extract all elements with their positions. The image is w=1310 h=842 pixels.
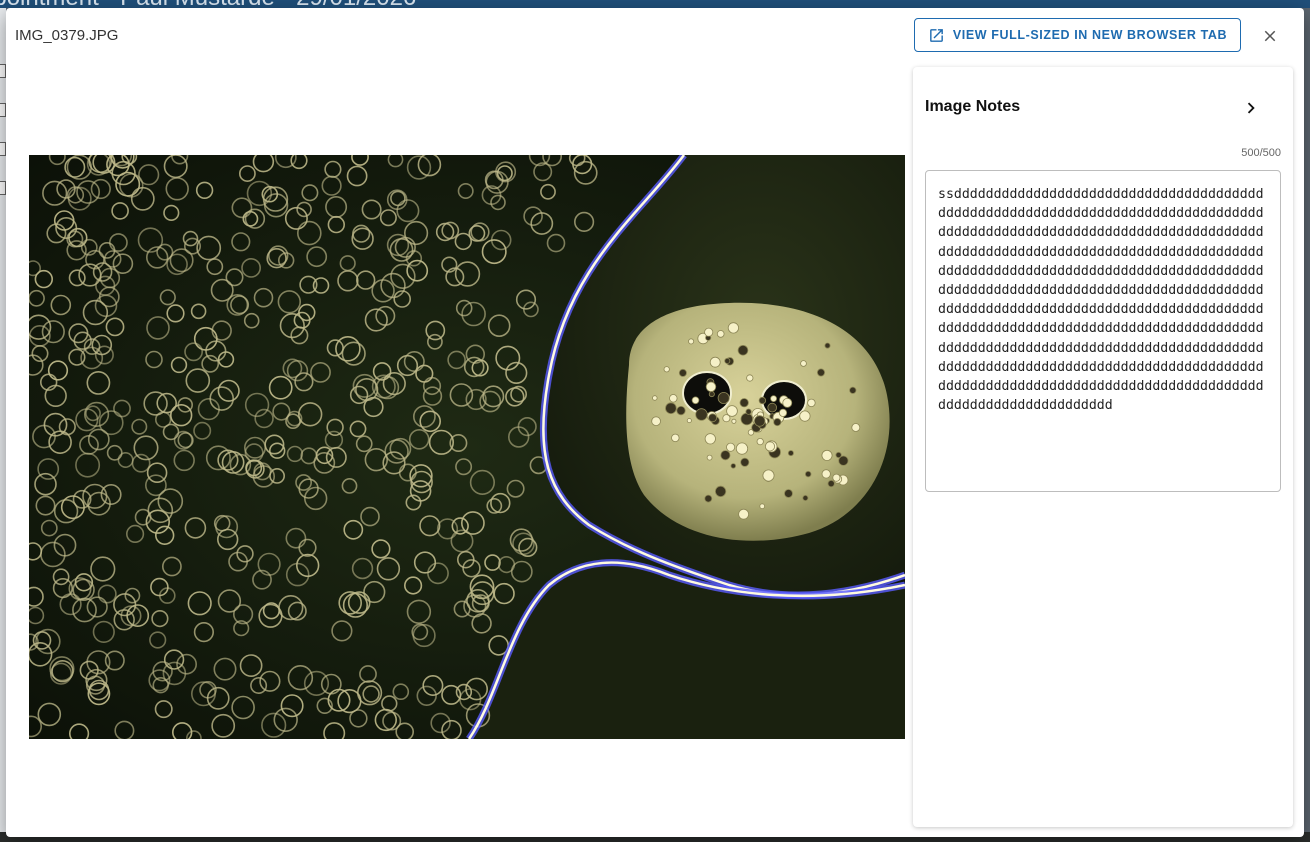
vesicle-dot [695, 408, 708, 421]
vesicle-dot [773, 418, 782, 427]
vesicle-dot [767, 402, 777, 413]
vesicle-dot [726, 405, 738, 417]
vesicle-dot [765, 441, 776, 452]
vesicle-dot [770, 395, 777, 403]
vesicle-dot [738, 508, 749, 520]
vesicle-dot [669, 394, 678, 403]
vesicle-dot [676, 406, 686, 416]
vesicle-dot [663, 366, 670, 373]
vesicle-dot [691, 396, 700, 405]
vesicle-dot [739, 398, 749, 408]
vesicle-dot [652, 395, 658, 401]
vesicle-dot [821, 469, 831, 479]
vesicle-dot [709, 356, 721, 368]
vesicle-dot [716, 330, 725, 338]
image-viewer-dialog: IMG_0379.JPG VIEW FULL-SIZED IN NEW BROW… [6, 8, 1304, 837]
vesicle-dot [778, 408, 788, 417]
vesicle-dot [802, 494, 809, 501]
background-page-title: ppointment - Paul Mustarde - 29/01/2026 [0, 0, 416, 8]
vesicle-dot [821, 449, 833, 461]
vesicle-dot [686, 418, 692, 424]
vesicle-dot [784, 489, 793, 498]
vesicle-dot [759, 503, 765, 510]
view-full-size-button[interactable]: VIEW FULL-SIZED IN NEW BROWSER TAB [914, 18, 1241, 52]
vesicle-dot [651, 416, 661, 427]
vesicle-dot [800, 360, 807, 367]
vesicle-dot [735, 442, 749, 455]
vesicle-dot [754, 415, 766, 427]
vesicle-dot [720, 450, 731, 461]
vesicle-dot [824, 342, 831, 349]
vesicle-dot [706, 454, 713, 461]
vesicle-dot [724, 357, 731, 364]
vesicle-dot [756, 437, 764, 446]
vesicle-dot [688, 338, 695, 345]
open-in-new-icon [928, 27, 945, 44]
vesicle-dot [665, 402, 677, 415]
close-icon [1261, 27, 1279, 45]
vesicle-dot [717, 391, 730, 404]
vesicle-dot [787, 450, 794, 457]
vesicle-dot [678, 368, 687, 377]
vesicle-dot [730, 463, 736, 469]
vesicle-dot [671, 433, 680, 443]
vesicle-dot [849, 386, 857, 394]
vesicle-dot [704, 494, 713, 503]
vesicle-dot [832, 473, 841, 482]
vesicle-dot [746, 374, 754, 382]
collapse-notes-button[interactable] [1239, 95, 1263, 121]
vesicle-dot [851, 423, 861, 432]
vesicle-dot [740, 457, 750, 467]
vesicle-dot [708, 391, 715, 398]
vesicle-dot [745, 408, 752, 415]
vesicle-dot [737, 345, 749, 356]
vesicle-dot [807, 398, 816, 408]
vesicle-dot [805, 470, 812, 478]
vesicle-dot [799, 410, 811, 422]
vesicle-dot [731, 418, 737, 424]
notes-textarea[interactable]: ssdddddddddddddddddddddddddddddddddddddd… [925, 170, 1281, 492]
vesicle-dot [827, 479, 835, 488]
microscope-image [29, 155, 905, 739]
image-notes-title: Image Notes [925, 98, 1021, 115]
vesicle-dot [705, 381, 717, 393]
close-button[interactable] [1258, 24, 1282, 48]
vesicle-dot [758, 396, 767, 405]
vesicle-dot [740, 412, 754, 426]
vesicle-dot [708, 413, 717, 423]
background-header: ppointment - Paul Mustarde - 29/01/2026 [0, 0, 1310, 8]
vesicle-dot [762, 469, 775, 482]
vesicle-dot [704, 433, 716, 445]
vesicle-dot [726, 442, 736, 452]
vesicle-dot [727, 322, 740, 334]
chevron-right-icon [1240, 97, 1262, 119]
vesicle-dot [817, 368, 826, 377]
image-filename: IMG_0379.JPG [15, 27, 119, 44]
view-full-size-label: VIEW FULL-SIZED IN NEW BROWSER TAB [952, 28, 1228, 42]
notes-character-counter: 500/500 [1241, 147, 1281, 159]
vesicle-dot [714, 485, 727, 497]
vesicle-dot [704, 327, 714, 337]
vesicle-dot [782, 397, 793, 408]
vesicle-dot [835, 451, 842, 459]
image-notes-panel: Image Notes 500/500 ssdddddddddddddddddd… [913, 67, 1293, 827]
